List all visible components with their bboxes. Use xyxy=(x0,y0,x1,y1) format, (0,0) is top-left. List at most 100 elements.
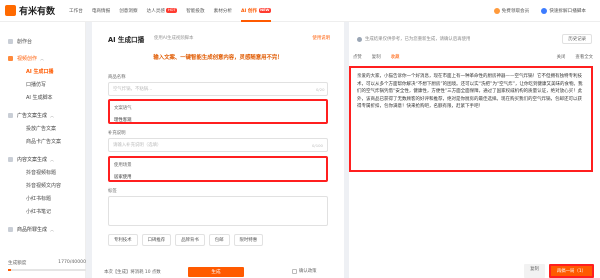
sidebar-label: 口播仿写 xyxy=(26,82,47,88)
sidebar-item-goods-card[interactable]: 商品卡广告文案 xyxy=(26,138,61,145)
top-navigation-bar: 有米有数 工作台 电商情报 创意洞察 达人灵感 HOT 智能投放 素材分析 AI … xyxy=(0,0,600,22)
tag-chip[interactable]: 限时特惠 xyxy=(233,234,264,246)
result-toolbar: 点赞 复制 收藏 关闭 查看全文 xyxy=(353,54,593,60)
cost-text: 本次【生成】将消耗 10 点数 xyxy=(104,270,161,275)
nav-item-ecommerce[interactable]: 电商情报 xyxy=(92,0,110,22)
sidebar-label: 創作台 xyxy=(17,39,33,45)
generate-button[interactable]: 生成 xyxy=(188,267,244,277)
generator-footer: 本次【生成】将消耗 10 点数 生成 确认政策 xyxy=(92,266,344,278)
quota-progress-bar xyxy=(8,269,86,271)
page-title: AI 生成口播 xyxy=(108,36,145,44)
sidebar-item-xhs-title[interactable]: 小红书标题 xyxy=(26,195,51,202)
goods-icon xyxy=(8,227,13,232)
sidebar-group-video[interactable]: 视频创作 ︿ xyxy=(8,55,44,62)
scene-field[interactable]: 使用场景 居家使用 xyxy=(108,156,328,182)
tag-chip[interactable]: 包邮 xyxy=(208,234,230,246)
result-panel: 生成结果仅供参考，已为您重新生成，请确认后再使用 历史记录 点赞 复制 收藏 关… xyxy=(349,22,600,278)
sidebar-group-content[interactable]: 内容文案生成 ︿ xyxy=(8,156,54,163)
plugin-icon xyxy=(541,8,548,14)
tag-list: 专利技术 口碑推荐 品牌背书 包邮 限时特惠 xyxy=(108,234,267,246)
extra-input[interactable]: 请输入补充说明（选填） xyxy=(108,138,328,152)
sidebar-label: 商品卡广告文案 xyxy=(26,139,62,145)
promo-banner: 输入文案、一键智能生成创意内容，灵感随意用不完！ xyxy=(153,55,283,61)
nav-label: 电商情报 xyxy=(91,8,111,14)
sidebar-item-douyin-content[interactable]: 抖音视频文内容 xyxy=(26,182,61,189)
tag-chip[interactable]: 专利技术 xyxy=(108,234,138,246)
chevron-up-icon: ︿ xyxy=(40,55,45,61)
sidebar-group-goods[interactable]: 商品所罪生成 ︿ xyxy=(8,226,54,233)
nav-label: 智能投放 xyxy=(186,8,205,14)
result-text: 亲爱的大家，小猫告诉你一个好消息，现在市面上有一种革命性的厨房神器——空气炸锅！… xyxy=(349,66,593,172)
promo-link[interactable]: 免费领取会员 xyxy=(502,8,530,14)
plugin-link[interactable]: 快速拆解口播脚本 xyxy=(549,8,586,14)
nav-label: 达人灵感 xyxy=(146,8,165,14)
ad-icon xyxy=(8,113,13,118)
like-button[interactable]: 点赞 xyxy=(353,54,362,60)
logo[interactable]: 有米有数 xyxy=(5,4,55,17)
quota-value: 1770/40000 xyxy=(58,260,86,265)
result-notice: 生成结果仅供参考，已为您重新生成，请确认后再使用 xyxy=(357,36,470,42)
chevron-up-icon: ︿ xyxy=(50,112,55,118)
nav-item-influencer[interactable]: 达人灵感 HOT xyxy=(147,0,178,22)
content-icon xyxy=(8,157,13,162)
sidebar-label: 小红书标题 xyxy=(26,196,52,202)
hot-badge: HOT xyxy=(166,8,178,13)
notice-text: 生成结果仅供参考，已为您重新生成，请确认后再使用 xyxy=(365,37,471,42)
close-button[interactable]: 关闭 xyxy=(557,54,566,60)
sidebar-item-ai-scenario[interactable]: AI 生成脚本 xyxy=(26,94,53,101)
nav-item-workbench[interactable]: 工作台 xyxy=(69,0,83,22)
help-link[interactable]: 使用说明 xyxy=(312,35,330,41)
sidebar-group-ad-copy[interactable]: 广告文案生成 ︿ xyxy=(8,112,54,119)
sidebar-item-rewrite[interactable]: 口播仿写 xyxy=(26,81,46,88)
copy-button[interactable]: 复制 xyxy=(524,264,545,278)
nav-label: 工作台 xyxy=(69,8,83,14)
logo-mark-icon xyxy=(5,5,16,16)
nav-item-material[interactable]: 素材分析 xyxy=(214,0,232,22)
regenerate-button[interactable]: 再搞一局（1） xyxy=(548,264,594,278)
nav-label: AI 创作 xyxy=(241,8,258,14)
quota-progress-fill xyxy=(8,269,12,271)
extra-counter: 0/100 xyxy=(312,143,323,148)
agree-label: 确认政策 xyxy=(299,269,317,274)
main-nav: 工作台 电商情报 创意洞察 达人灵感 HOT 智能投放 素材分析 AI 创作 NEW xyxy=(69,0,280,22)
nav-label: 素材分析 xyxy=(213,8,232,14)
tags-input[interactable] xyxy=(108,196,328,226)
page-subtitle: 使用AI生成视频脚本 xyxy=(154,36,194,41)
favorite-button[interactable]: 收藏 xyxy=(391,54,400,60)
nav-item-ai-create[interactable]: AI 创作 NEW xyxy=(241,0,271,22)
view-all-button[interactable]: 查看全文 xyxy=(575,54,593,60)
sidebar-label: 内容文案生成 xyxy=(17,157,48,163)
nav-item-creative[interactable]: 创意洞察 xyxy=(119,0,137,22)
gift-icon xyxy=(493,8,500,14)
copy-tool-button[interactable]: 复制 xyxy=(372,54,381,60)
agree-checkbox[interactable]: 确认政策 xyxy=(292,268,317,274)
generator-panel: AI 生成口播 使用AI生成视频脚本 使用说明 输入文案、一键智能生成创意内容，… xyxy=(92,22,344,278)
nav-label: 创意洞察 xyxy=(119,8,138,14)
tone-field[interactable]: 文案语气 理性客观 xyxy=(108,99,328,124)
sidebar-item-douyin-title[interactable]: 抖音视频标题 xyxy=(26,169,56,176)
extra-label: 补充说明 xyxy=(108,131,126,136)
history-button[interactable]: 历史记录 xyxy=(562,34,592,44)
sidebar-item-workbench[interactable]: 創作台 xyxy=(8,38,32,45)
scene-value: 居家使用 xyxy=(114,175,132,180)
nav-item-ads[interactable]: 智能投放 xyxy=(186,0,204,22)
product-input[interactable]: 空气炸锅，不粘锅... xyxy=(108,82,328,96)
sidebar-item-xhs-note[interactable]: 小红书笔记 xyxy=(26,208,51,215)
logo-text: 有米有数 xyxy=(19,7,56,17)
sidebar-label: AI 生成口播 xyxy=(26,69,54,75)
tags-label: 标签 xyxy=(108,189,117,194)
quota-section: 生成额度 1770/40000 xyxy=(8,260,86,271)
product-counter: 0/20 xyxy=(316,87,325,92)
sidebar-item-ad-text[interactable]: 投放广告文案 xyxy=(26,125,56,132)
sidebar-label: 投放广告文案 xyxy=(26,126,57,132)
sidebar-item-ai-script[interactable]: AI 生成口播 xyxy=(26,68,53,75)
tag-chip[interactable]: 品牌背书 xyxy=(175,234,205,246)
sidebar-label: 抖音视频标题 xyxy=(26,170,57,176)
product-label: 商品名称 xyxy=(108,75,126,80)
tone-value: 理性客观 xyxy=(114,118,132,123)
sidebar-label: 小红书笔记 xyxy=(26,209,52,215)
chevron-up-icon: ︿ xyxy=(50,226,55,232)
scene-label: 使用场景 xyxy=(114,163,132,168)
sidebar-label: 商品所罪生成 xyxy=(17,227,48,233)
tag-chip[interactable]: 口碑推荐 xyxy=(141,234,172,246)
